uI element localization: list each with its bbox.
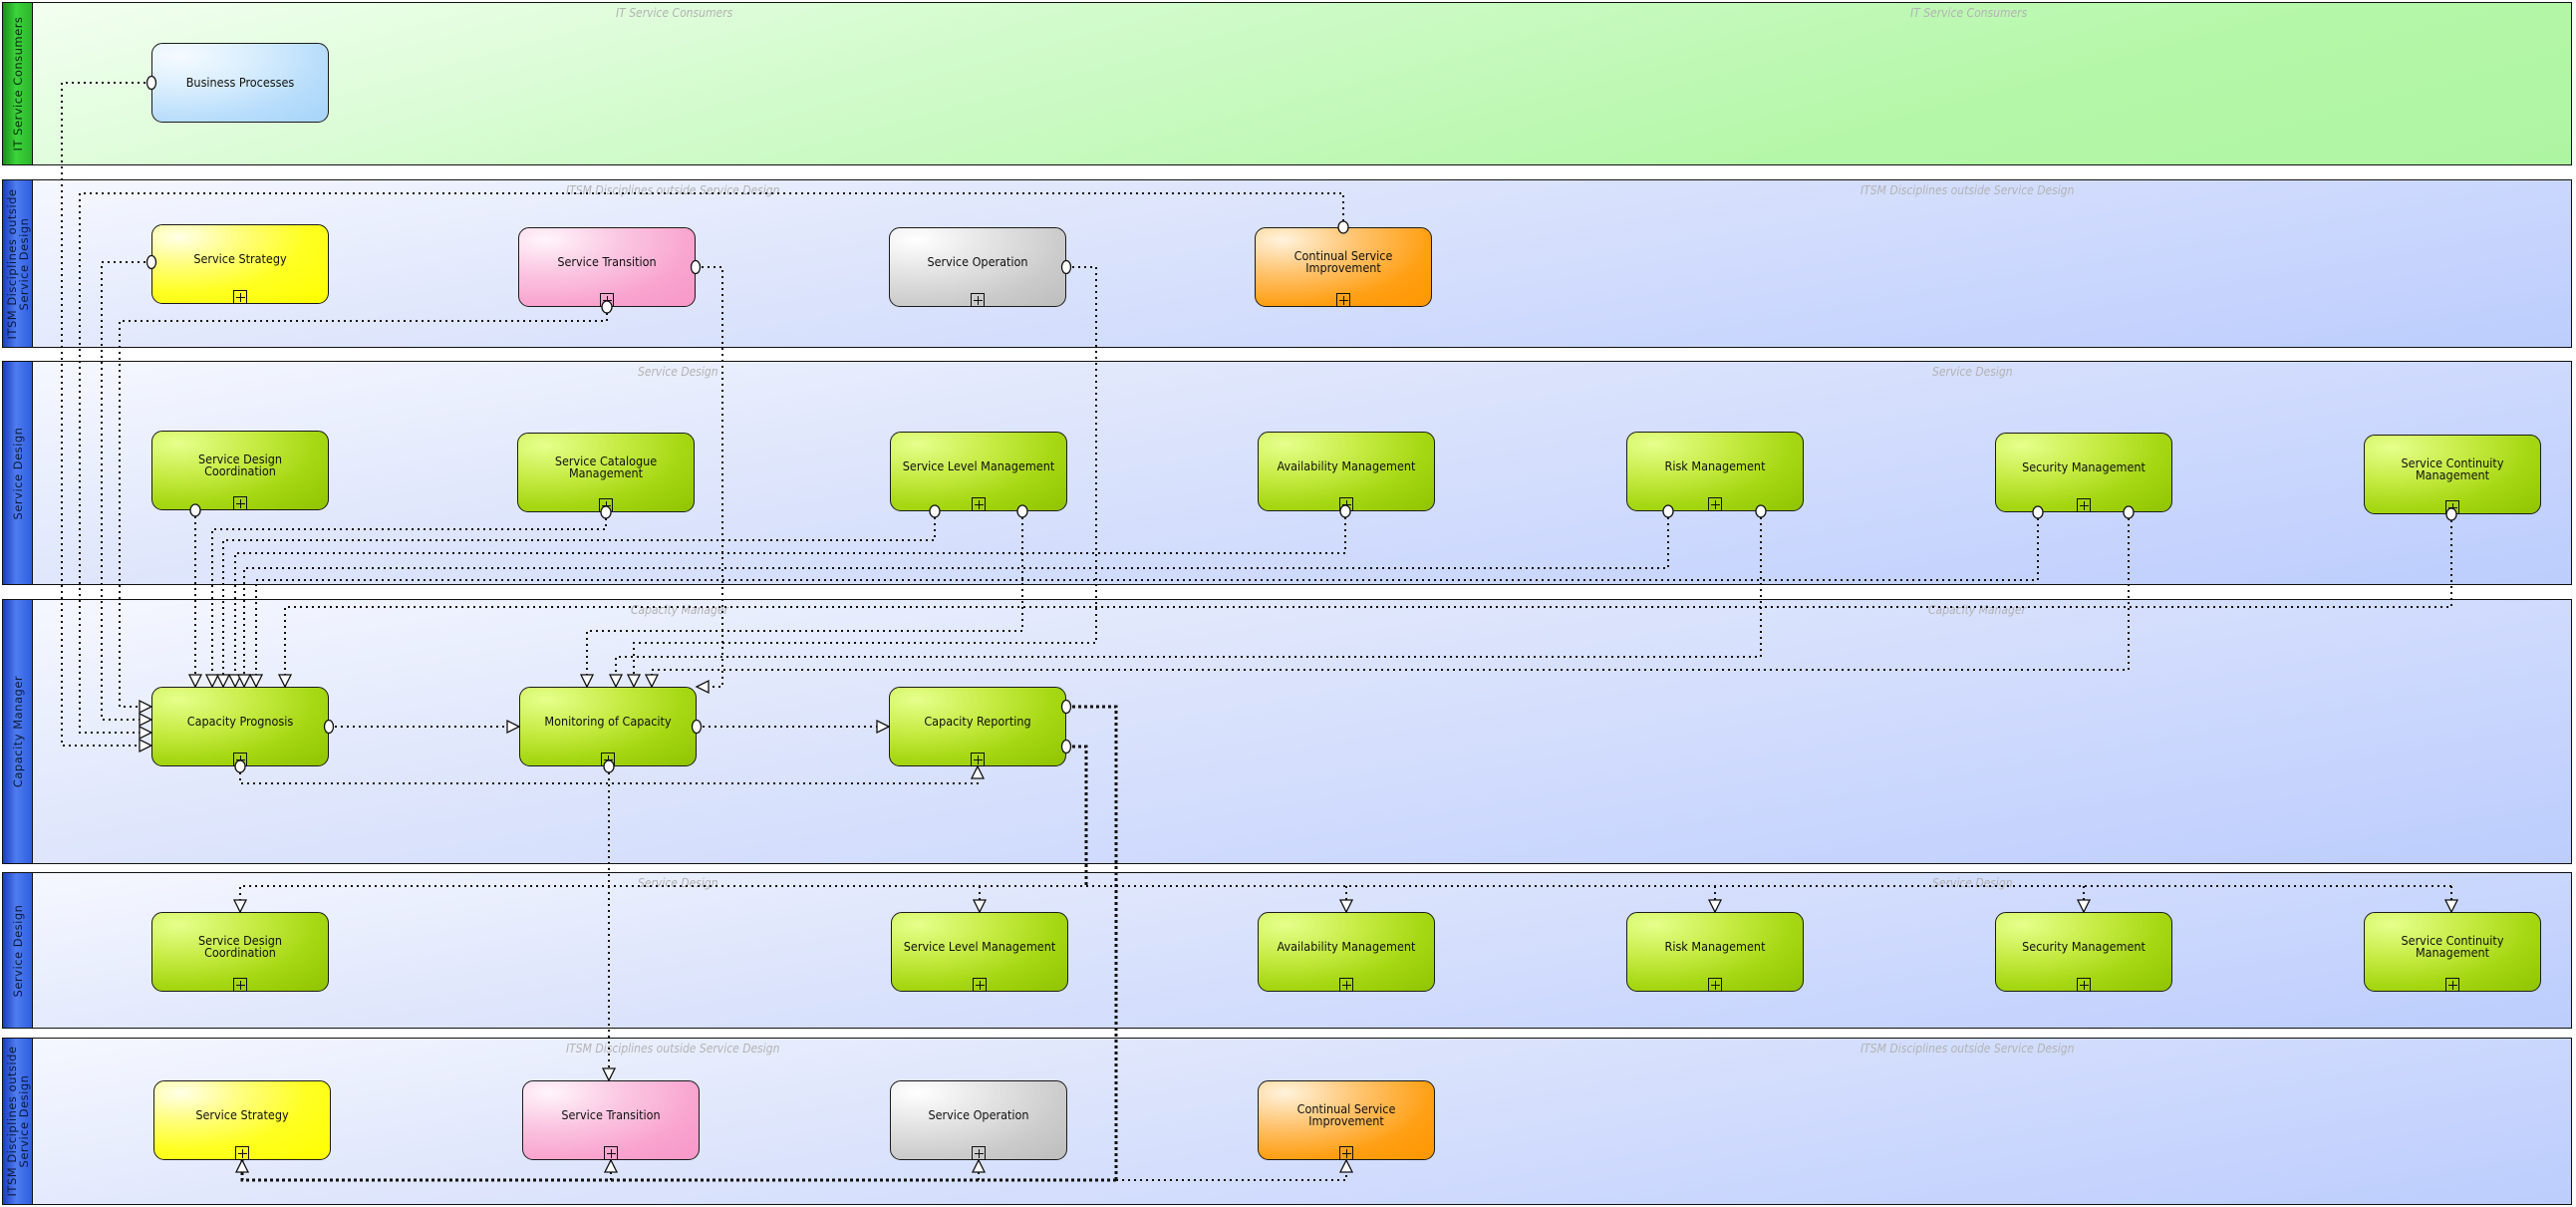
process-diagram-canvas: IT Service Consumers IT Service Consumer… bbox=[0, 0, 2576, 1207]
arrowhead-icon bbox=[139, 699, 153, 715]
output-port-icon[interactable] bbox=[601, 300, 613, 314]
output-port-icon[interactable] bbox=[690, 259, 702, 275]
arrowhead-icon bbox=[626, 674, 642, 689]
output-port-icon[interactable] bbox=[603, 759, 615, 773]
output-port-icon[interactable] bbox=[1662, 504, 1674, 518]
arrowhead-icon bbox=[232, 899, 248, 914]
arrowhead-icon bbox=[876, 719, 891, 735]
arrowhead-icon bbox=[248, 674, 264, 689]
output-port-icon[interactable] bbox=[1339, 504, 1351, 518]
output-port-icon[interactable] bbox=[1016, 504, 1028, 518]
arrowhead-icon bbox=[971, 1158, 987, 1173]
output-port-icon[interactable] bbox=[1337, 220, 1349, 234]
output-port-icon[interactable] bbox=[234, 759, 246, 773]
output-port-icon[interactable] bbox=[600, 505, 612, 519]
output-port-icon[interactable] bbox=[1755, 504, 1767, 518]
arrowhead-icon bbox=[1338, 899, 1354, 914]
output-port-icon[interactable] bbox=[2032, 505, 2044, 519]
output-port-icon[interactable] bbox=[2123, 505, 2135, 519]
arrowhead-icon bbox=[139, 725, 153, 741]
arrowhead-icon bbox=[603, 1158, 619, 1173]
arrowhead-icon bbox=[139, 738, 153, 754]
output-port-icon[interactable] bbox=[1060, 259, 1072, 275]
output-port-icon[interactable] bbox=[2445, 507, 2457, 521]
arrowhead-icon bbox=[204, 674, 220, 689]
arrowhead-icon bbox=[277, 674, 293, 689]
arrowhead-icon bbox=[608, 674, 624, 689]
output-port-icon[interactable] bbox=[1060, 739, 1072, 754]
output-port-icon[interactable] bbox=[691, 719, 703, 735]
arrowhead-icon bbox=[695, 679, 710, 695]
output-port-icon[interactable] bbox=[1060, 699, 1072, 715]
arrowhead-icon bbox=[970, 764, 986, 779]
output-port-icon[interactable] bbox=[189, 503, 201, 517]
port-layer bbox=[139, 75, 2459, 1173]
arrowhead-icon bbox=[579, 674, 595, 689]
arrowhead-icon bbox=[2443, 899, 2459, 914]
arrowhead-icon bbox=[234, 1158, 250, 1173]
arrowhead-icon bbox=[506, 719, 521, 735]
arrowhead-icon bbox=[215, 674, 231, 689]
arrowhead-icon bbox=[139, 712, 153, 728]
arrowhead-icon bbox=[2076, 899, 2092, 914]
arrowhead-icon bbox=[187, 674, 203, 689]
output-port-icon[interactable] bbox=[145, 254, 157, 270]
arrowhead-icon bbox=[1707, 899, 1723, 914]
arrowhead-icon bbox=[972, 899, 988, 914]
arrowhead-icon bbox=[644, 674, 660, 689]
arrowhead-icon bbox=[1338, 1158, 1354, 1173]
output-port-icon[interactable] bbox=[323, 719, 335, 735]
output-port-icon[interactable] bbox=[145, 75, 157, 91]
output-port-icon[interactable] bbox=[929, 504, 941, 518]
arrowhead-icon bbox=[601, 1067, 617, 1082]
arrowhead-icon bbox=[236, 674, 252, 689]
